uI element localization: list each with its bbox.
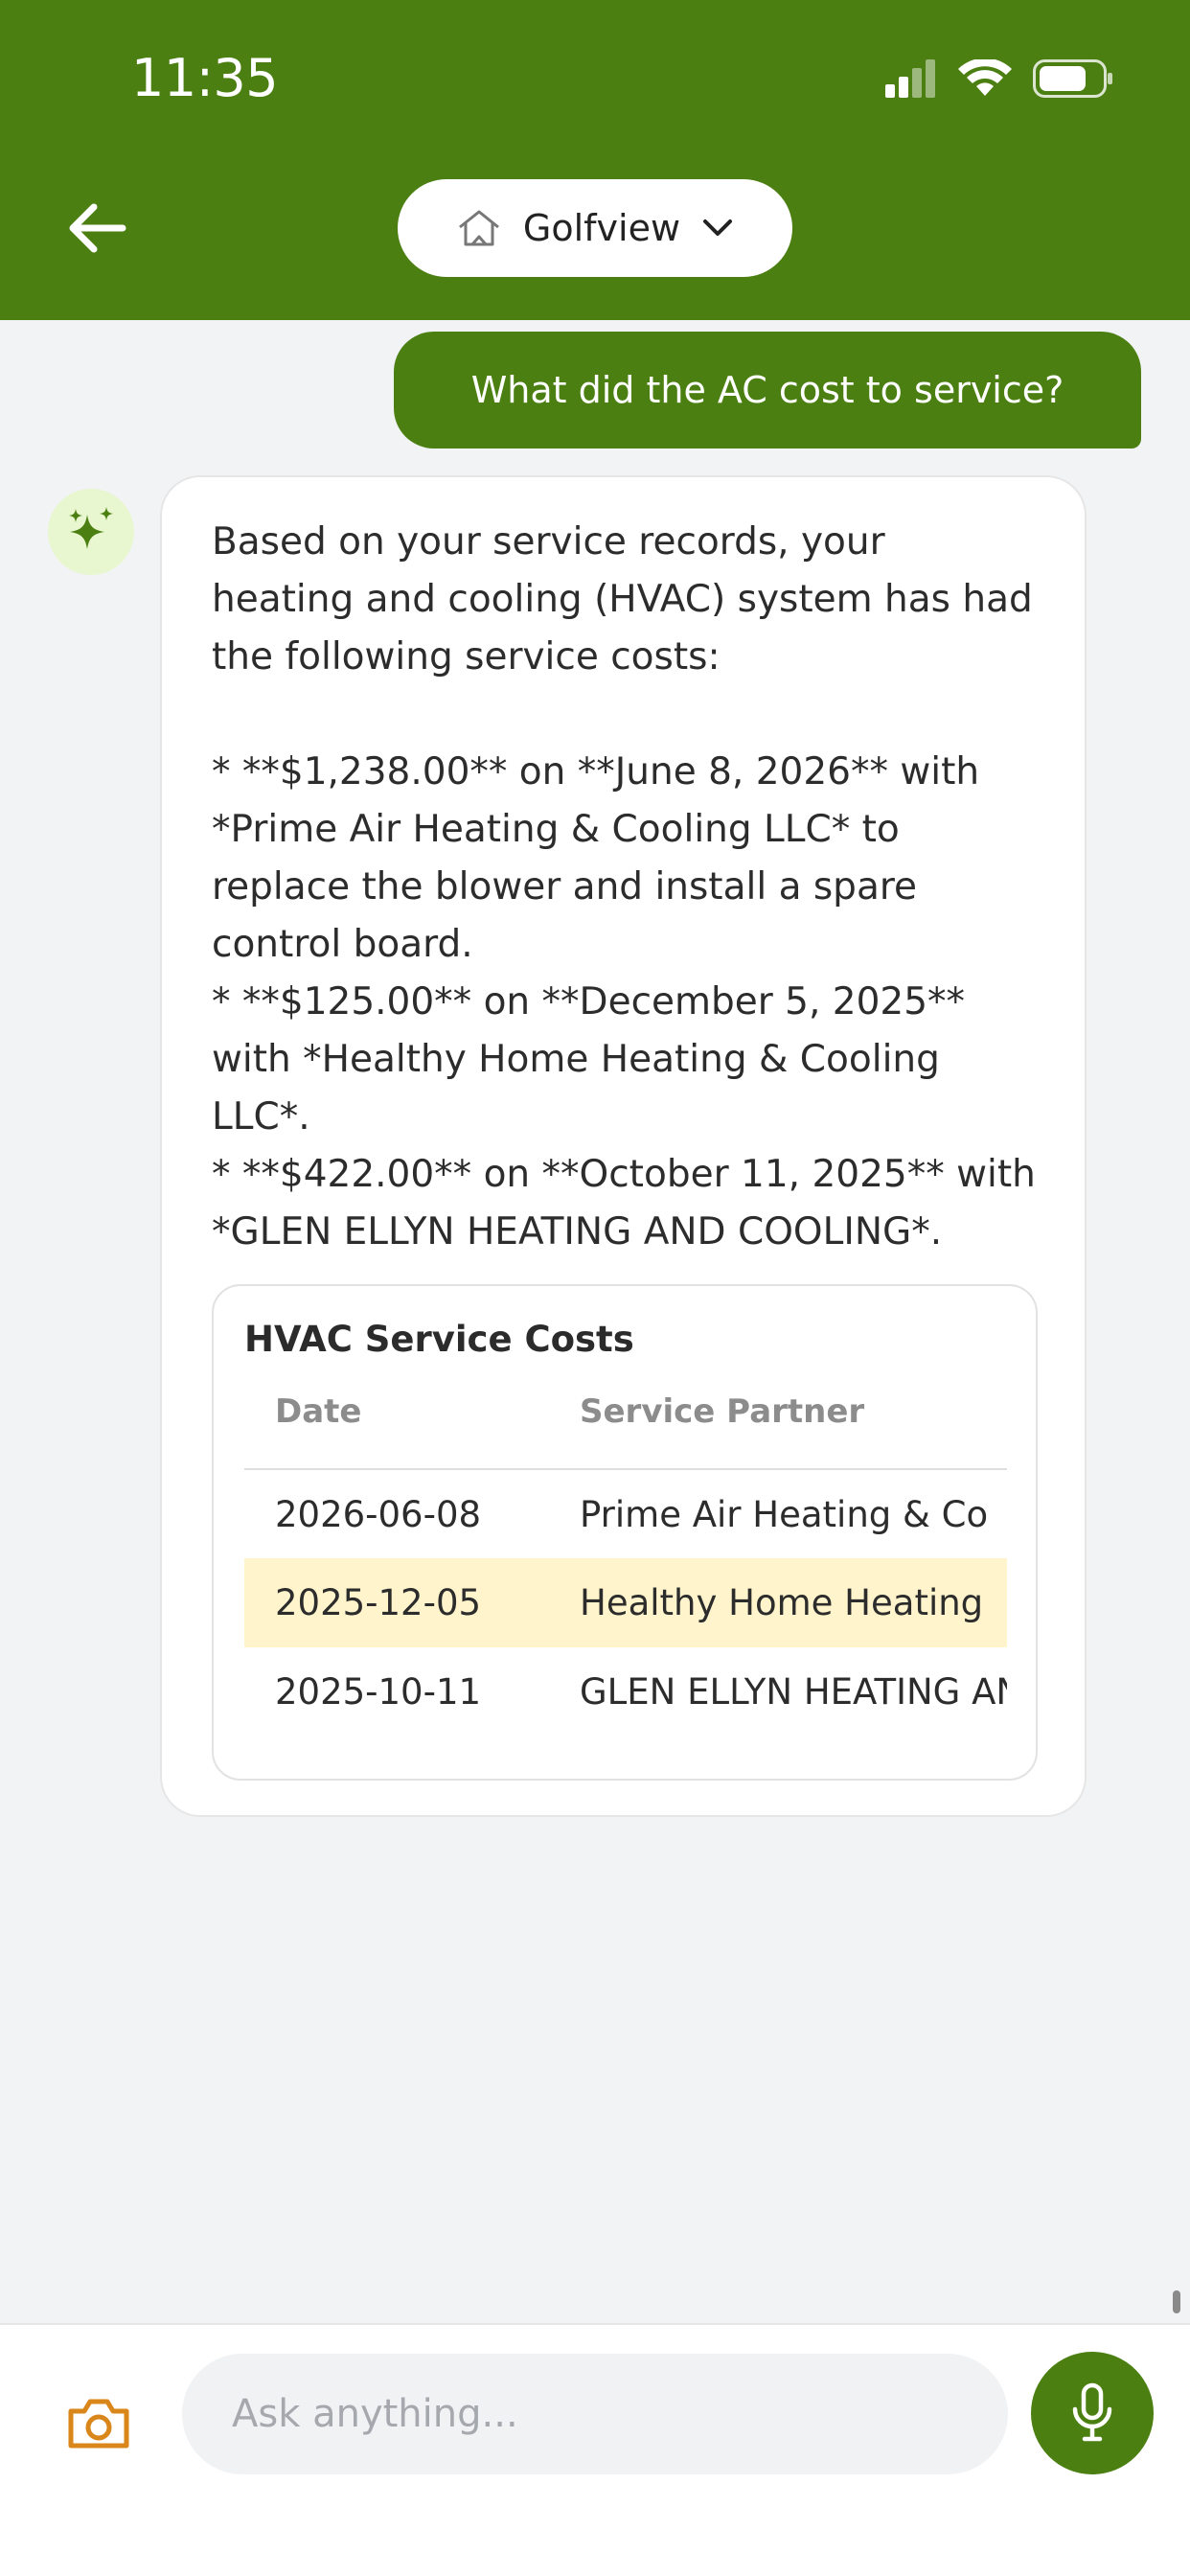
message-composer — [0, 2323, 1190, 2576]
service-costs-table-card: HVAC Service Costs Date Service Partner … — [212, 1284, 1038, 1781]
table-row[interactable]: 2025-10-11 GLEN ELLYN HEATING AN — [244, 1647, 1007, 1736]
user-message-text: What did the AC cost to service? — [470, 369, 1064, 411]
microphone-button[interactable] — [1031, 2352, 1154, 2474]
column-header-date: Date — [244, 1392, 549, 1470]
arrow-left-icon — [69, 203, 126, 253]
cell-date: 2025-12-05 — [244, 1558, 549, 1647]
cellular-signal-icon — [885, 59, 935, 98]
property-selector[interactable]: Golfview — [398, 179, 792, 277]
camera-button[interactable] — [56, 2380, 142, 2467]
service-costs-table: Date Service Partner 2026-06-08 Prime Ai… — [244, 1392, 1007, 1736]
battery-icon — [1033, 59, 1112, 98]
status-time: 11:35 — [131, 48, 279, 108]
sparkle-icon — [69, 507, 113, 549]
table-row[interactable]: 2025-12-05 Healthy Home Heating — [244, 1558, 1007, 1647]
ask-input[interactable] — [182, 2354, 1008, 2474]
table-header-row: Date Service Partner — [244, 1392, 1007, 1470]
status-icons — [883, 58, 1113, 100]
scrollbar-handle[interactable] — [1173, 2290, 1180, 2313]
table-row[interactable]: 2026-06-08 Prime Air Heating & Co — [244, 1469, 1007, 1558]
assistant-message-text: Based on your service records, your heat… — [212, 520, 1036, 1254]
user-message-bubble: What did the AC cost to service? — [394, 332, 1141, 448]
top-app-bar: 11:35 Golfview — [0, 0, 1190, 320]
camera-icon — [68, 2399, 129, 2449]
assistant-avatar — [48, 489, 134, 575]
cell-date: 2026-06-08 — [275, 1493, 482, 1535]
cell-service-partner: Prime Air Heating & Co — [580, 1493, 989, 1535]
microphone-icon — [1072, 2382, 1112, 2442]
cell-service-partner: GLEN ELLYN HEATING AN — [580, 1671, 1007, 1713]
table-title: HVAC Service Costs — [244, 1319, 634, 1360]
chevron-down-icon — [703, 219, 733, 236]
home-icon — [458, 210, 499, 246]
cell-service-partner: Healthy Home Heating — [549, 1558, 1007, 1647]
assistant-message-bubble: Based on your service records, your heat… — [160, 475, 1087, 1817]
wifi-icon — [958, 59, 1012, 96]
cell-date: 2025-10-11 — [275, 1671, 482, 1713]
property-name: Golfview — [522, 207, 681, 249]
back-button[interactable] — [57, 192, 134, 264]
column-header-service-partner: Service Partner — [549, 1392, 1007, 1470]
